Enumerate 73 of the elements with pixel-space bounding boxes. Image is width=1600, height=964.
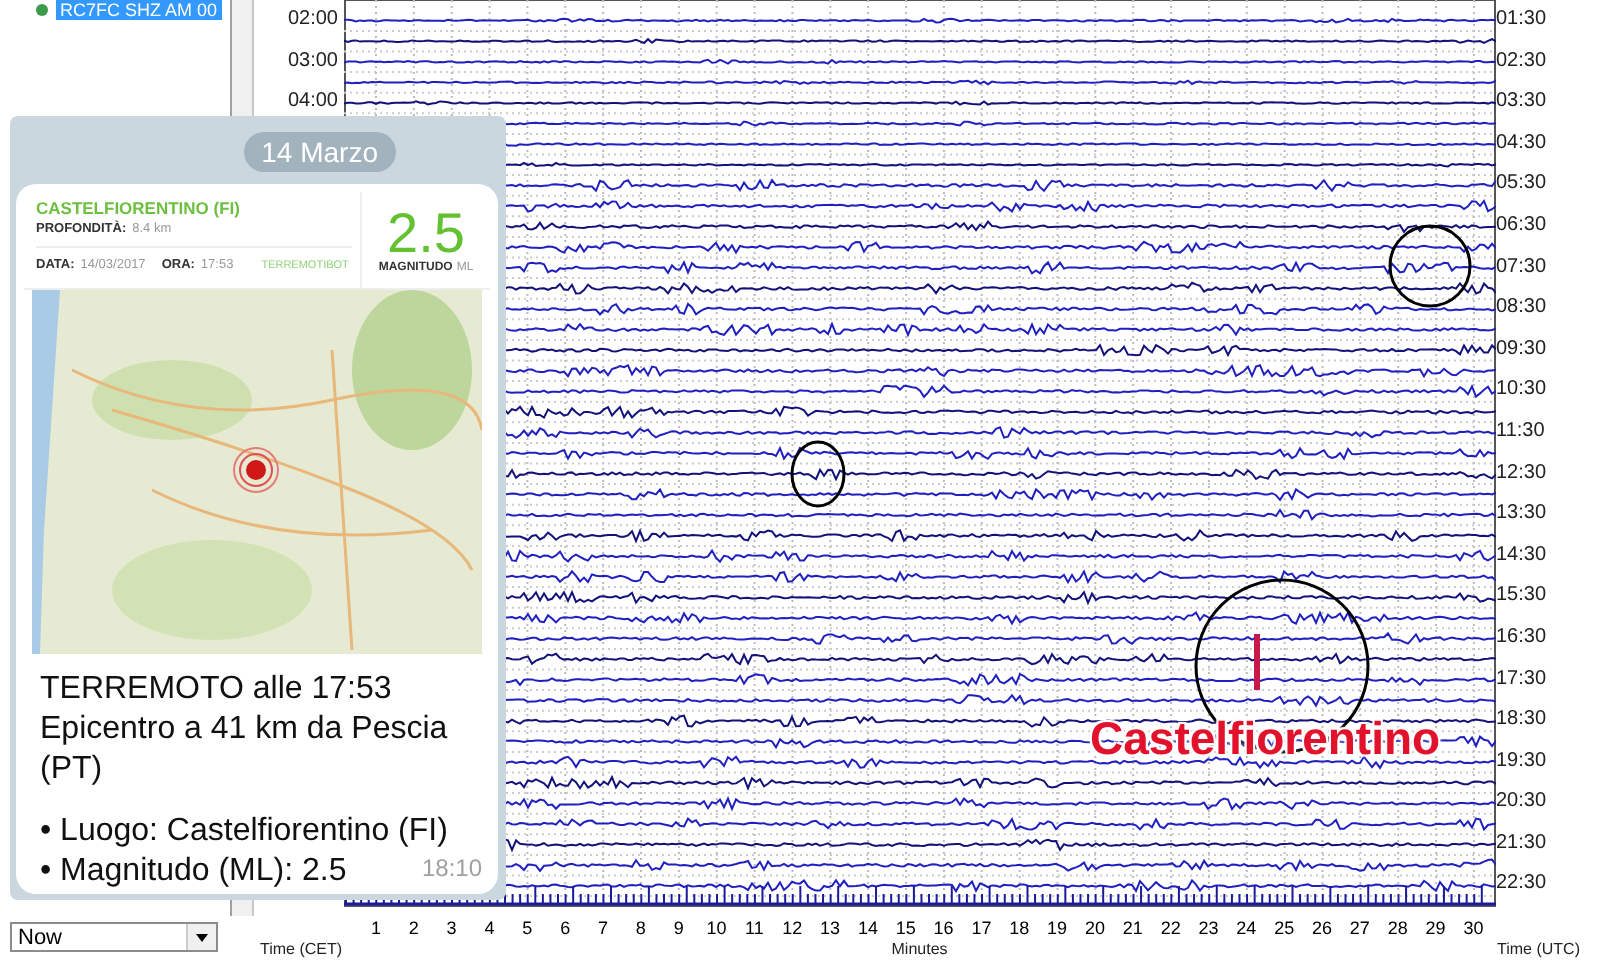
minute-tick-label: 2 [406,916,421,940]
event-marker [1254,634,1260,690]
time-label: 02:30 [1496,47,1547,76]
minute-tick-label: 29 [1423,916,1448,940]
time-label: 04:30 [1496,129,1547,158]
time-label: 03:00 [287,47,338,76]
message-text: • Magnitudo (ML): 2.5 [40,852,347,892]
time-label: 14:30 [1496,541,1547,570]
minute-tick-label: 4 [482,916,497,940]
date-pill: 14 Marzo [243,132,396,172]
minute-tick-label: 20 [1082,916,1107,940]
time-label: 06:30 [1496,211,1547,240]
time-label: 01:30 [1496,6,1547,34]
annotation-circle [1388,224,1472,308]
caret-icon [186,924,216,950]
minute-tick-label: 28 [1385,916,1410,940]
minute-tick-label: 11 [743,916,766,940]
location-marker-icon [233,447,279,493]
magnitude-value: 2.5 [387,206,465,262]
time-label: 09:30 [1496,335,1547,364]
time-label: 08:30 [1496,294,1547,323]
time-label: 02:00 [287,6,338,34]
minute-tick-label: 27 [1347,916,1372,940]
time-label: 11:30 [1496,417,1545,446]
message-text: TERREMOTO alle 17:53 [40,670,392,710]
minute-tick-label: 6 [558,916,573,940]
time-label: 07:30 [1496,253,1547,282]
axis-title: Minutes [891,940,948,960]
axis-title: Time (CET) [260,940,343,960]
quake-place: CASTELFIORENTINO (FI) [36,198,242,218]
axis-title: Time (UTC) [1497,940,1580,960]
message-text: • Luogo: Castelfiorentino (FI) [40,812,448,852]
time-label: 16:30 [1496,623,1547,652]
minute-tick-label: 5 [520,916,535,940]
minute-tick-label: 22 [1158,916,1183,940]
time-label: 18:30 [1496,706,1547,735]
station-dot-icon [36,4,48,16]
minute-tick-label: 23 [1196,916,1221,940]
minute-tick-label: 19 [1045,916,1070,940]
minute-tick-label: 9 [671,916,686,940]
minute-tick-label: 3 [444,916,459,940]
minute-tick-label: 17 [969,916,994,940]
time-label: 15:30 [1496,582,1547,611]
time-label: 05:30 [1496,170,1547,199]
time-label: 10:30 [1496,376,1547,405]
time-label: 13:30 [1496,500,1547,529]
time-range-dropdown[interactable]: Now [10,922,218,952]
minute-tick-label: 26 [1310,916,1335,940]
minute-tick-label: 18 [1007,916,1032,940]
minute-tick-label: 12 [780,916,805,940]
time-label: 03:30 [1496,88,1547,117]
time-label: 19:30 [1496,747,1547,776]
message-time: 18:10 [421,854,482,882]
minute-tick-label: 16 [931,916,956,940]
minute-tick-label: 14 [855,916,880,940]
time-label: 22:30 [1496,870,1547,899]
minute-tick-label: 10 [704,916,729,940]
annotation-circle [790,440,846,508]
minute-tick-label: 24 [1234,916,1259,940]
minute-tick-label: 1 [368,916,383,940]
time-label: 21:30 [1496,829,1547,858]
time-label: 17:30 [1496,665,1547,693]
minute-tick-label: 25 [1272,916,1297,940]
minute-tick-label: 30 [1461,916,1486,940]
minute-tick-label: 13 [818,916,843,940]
minute-tick-label: 7 [595,916,610,940]
minute-tick-label: 15 [893,916,918,940]
time-label: 12:30 [1496,459,1547,488]
minute-tick-label: 21 [1120,916,1145,940]
time-label: 04:00 [287,88,338,117]
message-text: Epicentro a 41 km da Pescia (PT) [40,710,450,790]
time-label: 20:30 [1496,788,1547,817]
minute-tick-label: 8 [633,916,648,940]
